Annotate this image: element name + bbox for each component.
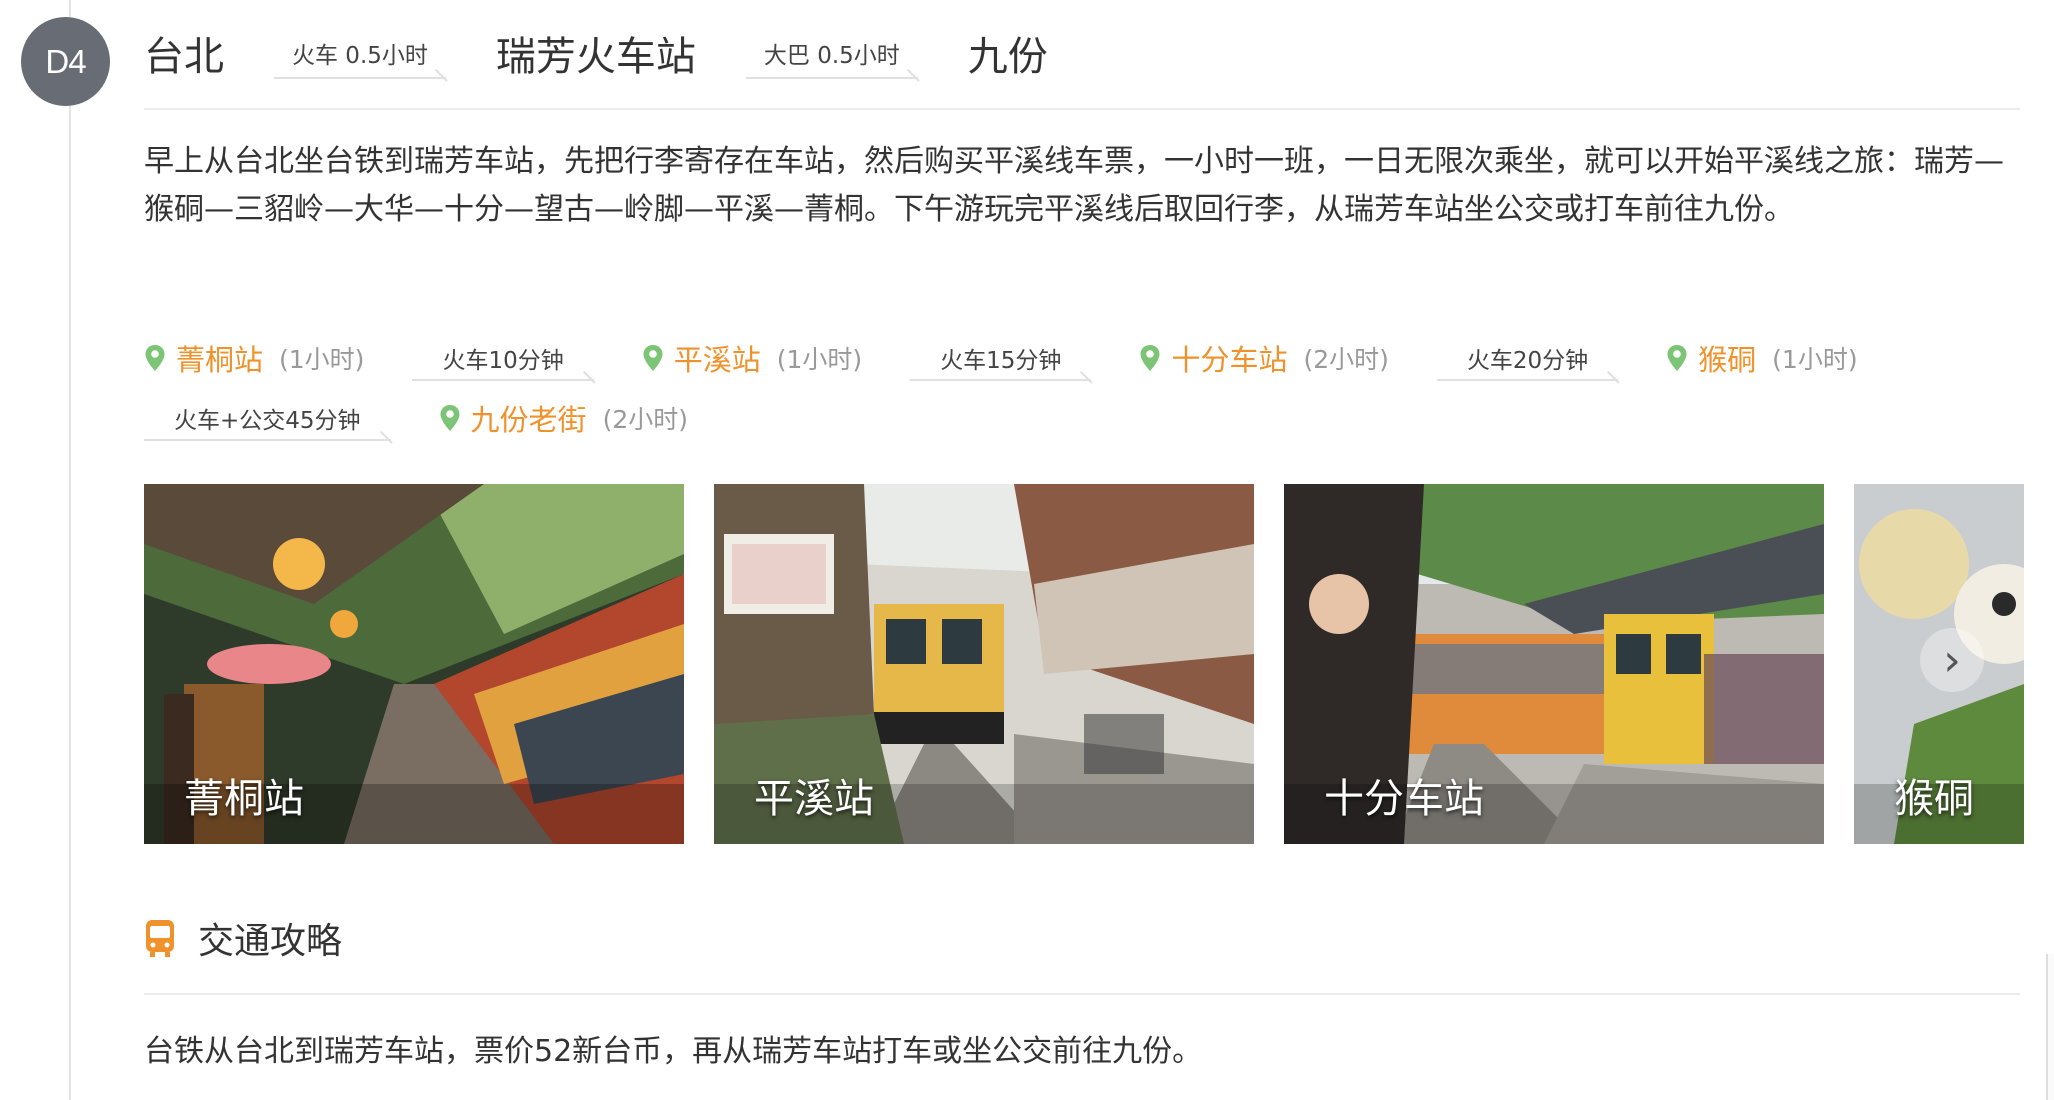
poi-name[interactable]: 菁桐站: [176, 337, 263, 379]
photo-caption: 菁桐站: [184, 776, 304, 822]
map-pin-icon: [440, 405, 460, 431]
itinerary-row: 火车+公交45分钟 九份老街 (2小时): [144, 390, 688, 446]
poi-name[interactable]: 平溪站: [674, 337, 761, 379]
transit-leg: 火车15分钟: [910, 333, 1092, 383]
poi-duration: (1小时): [279, 345, 365, 374]
transit-arrow: [1436, 379, 1619, 381]
transit-arrow: [144, 439, 391, 441]
map-pin-icon: [643, 345, 663, 371]
poi-name[interactable]: 九份老街: [471, 397, 587, 439]
poi-duration: (2小时): [1303, 345, 1389, 374]
route-summary: 台北 火车 0.5小时 瑞芳火车站 大巴 0.5小时 九份: [144, 22, 1048, 84]
side-scroll-tab: [2046, 954, 2054, 1100]
day-description: 早上从台北坐台铁到瑞芳车站，先把行李寄存在车站，然后购买平溪线车票，一小时一班，…: [144, 144, 2004, 227]
poi-name[interactable]: 十分车站: [1171, 337, 1287, 379]
leg-label: 火车20分钟: [1466, 348, 1589, 374]
transit-arrow: [910, 379, 1092, 381]
poi-duration: (1小时): [1772, 345, 1858, 374]
photo-card[interactable]: 菁桐站: [144, 484, 684, 844]
leg-label: 火车+公交45分钟: [174, 408, 361, 434]
poi-name[interactable]: 猴硐: [1698, 337, 1756, 379]
poi-duration: (1小时): [776, 345, 863, 374]
gallery-next-button[interactable]: ›: [1920, 628, 1984, 692]
map-pin-icon: [1140, 345, 1160, 371]
itinerary-row: 菁桐站 (1小时) 火车10分钟 平溪站 (1小时) 火车15分钟 十分车站 (…: [144, 330, 1858, 386]
transport-description: 台铁从台北到瑞芳车站，票价52新台币，再从瑞芳车站打车或坐公交前往九份。: [144, 1034, 1203, 1069]
map-pin-icon: [145, 345, 165, 371]
photo-caption: 十分车站: [1324, 776, 1484, 822]
timeline-line: [69, 0, 71, 1100]
transit-label: 火车 0.5小时: [292, 43, 428, 69]
photo-card[interactable]: 平溪站: [714, 484, 1254, 844]
poi-jiufen-old-street[interactable]: 九份老街 (2小时): [439, 397, 688, 439]
photo-caption: 平溪站: [754, 776, 874, 822]
bus-icon: [146, 920, 174, 957]
photo-caption: 猴硐: [1894, 776, 1974, 822]
divider: [144, 993, 2020, 995]
chevron-right-icon: ›: [1943, 634, 1961, 686]
photo-card[interactable]: 十分车站: [1284, 484, 1824, 844]
transit-label: 大巴 0.5小时: [763, 43, 900, 69]
transit-leg: 火车20分钟: [1436, 333, 1619, 383]
poi-houtong[interactable]: 猴硐 (1小时): [1666, 337, 1858, 379]
poi-pingxi[interactable]: 平溪站 (1小时): [642, 337, 862, 379]
poi-duration: (2小时): [602, 405, 688, 434]
leg-label: 火车15分钟: [940, 348, 1062, 374]
transit-leg: 火车+公交45分钟: [144, 393, 391, 443]
photo-gallery: 菁桐站 平溪站 十分车站 猴硐: [144, 484, 2024, 844]
route-stop-ruifang: 瑞芳火车站: [495, 34, 696, 80]
transit-leg: 火车10分钟: [412, 333, 594, 383]
transport-section-header: 交通攻略: [144, 912, 342, 964]
poi-shifen[interactable]: 十分车站 (2小时): [1139, 337, 1389, 379]
day-badge: D4: [21, 17, 110, 106]
transit-arrow: [745, 77, 918, 79]
route-transit: 大巴 0.5小时: [745, 25, 918, 81]
transit-arrow: [274, 77, 446, 79]
map-pin-icon: [1667, 345, 1687, 371]
poi-jingtong[interactable]: 菁桐站 (1小时): [144, 337, 364, 379]
transport-title: 交通攻略: [198, 921, 343, 962]
divider: [144, 108, 2020, 110]
route-stop-taipei: 台北: [144, 34, 224, 80]
transit-arrow: [412, 379, 594, 381]
route-stop-jiufen: 九份: [967, 34, 1048, 80]
leg-label: 火车10分钟: [442, 348, 564, 374]
route-transit: 火车 0.5小时: [274, 25, 446, 81]
